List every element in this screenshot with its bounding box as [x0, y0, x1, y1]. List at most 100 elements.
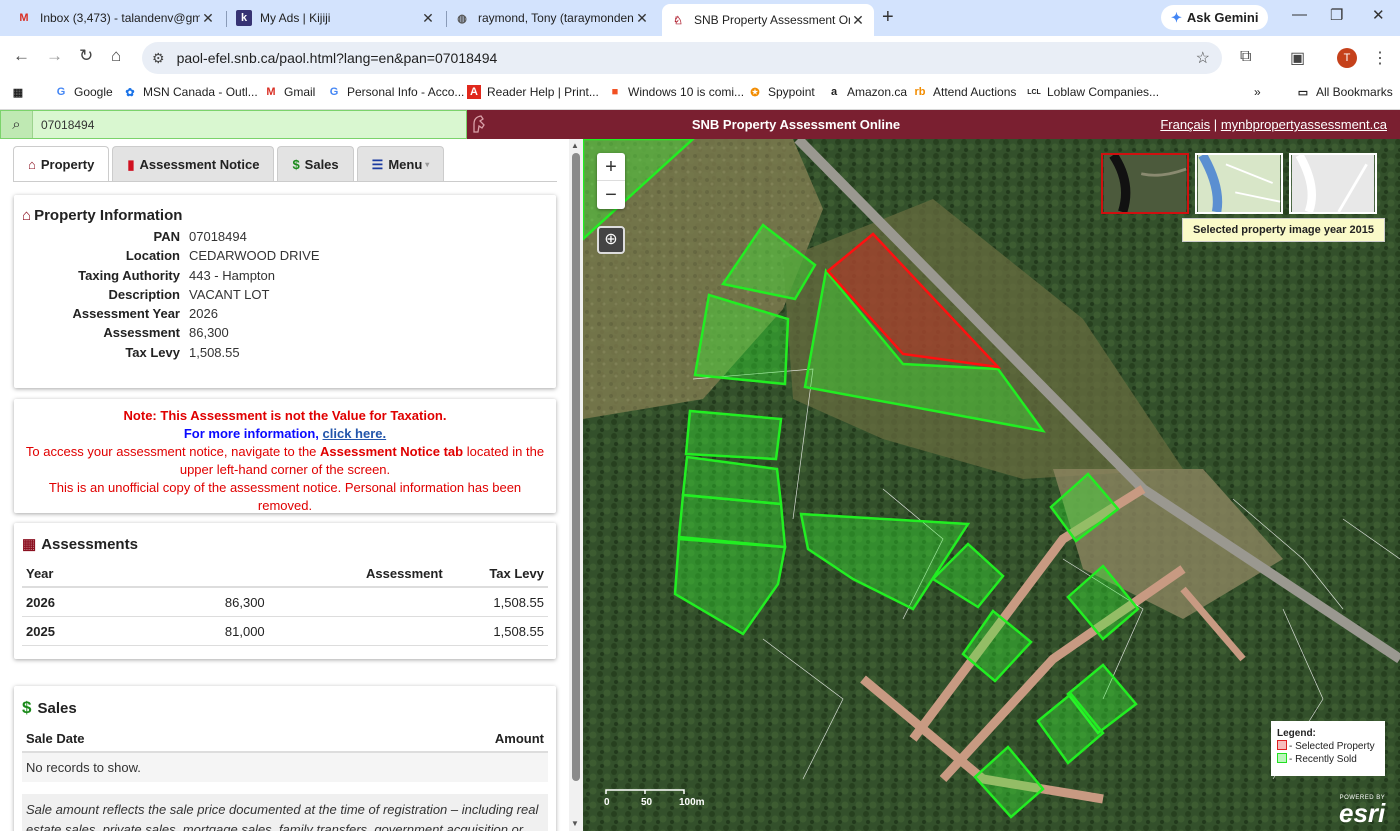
bookmark-spypoint[interactable]: ✪ Spypoint — [748, 85, 814, 99]
tab-title: Inbox (3,473) - talandenv@gma — [40, 11, 200, 25]
table-row: 2025 81,000 1,508.55 — [22, 616, 548, 646]
home-icon: ⌂ — [22, 207, 32, 224]
gmail-icon: M — [19, 12, 29, 24]
snb-icon: ♘ — [673, 14, 683, 27]
browser-tab-raymond[interactable]: ◍ raymond, Tony (taraymondenv) ✕ — [446, 4, 658, 32]
panel-scrollbar[interactable]: ▲ ▼ — [569, 139, 583, 831]
sales-disclaimer: Sale amount reflects the sale price docu… — [22, 794, 548, 831]
close-icon[interactable]: ✕ — [420, 10, 436, 27]
tab-property[interactable]: ⌂ Property — [13, 146, 110, 182]
home-icon: ⌂ — [28, 157, 36, 172]
locate-button[interactable]: ⊕ — [597, 226, 625, 254]
header-links: Français | mynbpropertyassessment.ca — [1160, 117, 1387, 132]
table-row: 2026 86,300 1,508.55 — [22, 587, 548, 617]
dollar-icon: $ — [22, 698, 32, 717]
tab-sales[interactable]: $ Sales — [277, 146, 354, 182]
close-icon[interactable]: ✕ — [634, 10, 650, 27]
basemap-gray-thumbnail[interactable] — [1289, 153, 1377, 214]
bookmark-gmail[interactable]: M Gmail — [264, 85, 315, 99]
browser-tab-gmail[interactable]: M Inbox (3,473) - talandenv@gma ✕ — [8, 4, 224, 32]
back-icon[interactable]: ← — [13, 46, 30, 66]
sales-heading: $ Sales — [22, 698, 77, 717]
tab-assessment-notice[interactable]: ▮ Assessment Notice — [112, 146, 275, 182]
zoom-control: + − — [597, 153, 625, 209]
tab-title: raymond, Tony (taraymondenv) — [478, 11, 634, 25]
forward-icon[interactable]: → — [46, 46, 63, 66]
bookmark-star-icon[interactable]: ☆ — [1196, 48, 1210, 68]
restore-icon[interactable]: ❐ — [1330, 6, 1343, 24]
col-year: Year — [22, 559, 82, 588]
legend-item-sold: - Recently Sold — [1277, 753, 1379, 766]
zoom-out-button[interactable]: − — [597, 181, 625, 209]
ask-gemini-button[interactable]: ✦ Ask Gemini — [1161, 5, 1269, 30]
app-title: SNB Property Assessment Online — [691, 117, 901, 132]
click-here-link[interactable]: click here. — [323, 426, 387, 441]
basemap-imagery-thumbnail[interactable] — [1101, 153, 1189, 214]
apps-icon[interactable]: ▦ — [11, 85, 31, 99]
reload-icon[interactable]: ↻ — [79, 46, 93, 66]
browser-tab-snb[interactable]: ♘ SNB Property Assessment Onlin ✕ — [662, 4, 874, 36]
assessments-heading: ▦ Assessments — [22, 535, 138, 554]
all-bookmarks[interactable]: ▭ All Bookmarks — [1296, 85, 1393, 99]
adobe-icon: A — [467, 85, 481, 99]
zoom-in-button[interactable]: + — [597, 153, 625, 181]
tab-title: SNB Property Assessment Onlin — [694, 13, 850, 27]
home-icon[interactable]: ⌂ — [111, 46, 121, 66]
gemini-label: Ask Gemini — [1186, 10, 1259, 25]
map-view[interactable]: + − ⊕ Selected property image year 2015 … — [583, 139, 1400, 831]
close-window-icon[interactable]: ✕ — [1372, 6, 1385, 24]
bookmarks-bar: ▦ G Google ✿ MSN Canada - Outl... M Gmail G… — [0, 80, 1400, 110]
search-input[interactable] — [33, 117, 433, 132]
bookmark-windows[interactable]: ■ Windows 10 is comi... — [608, 85, 744, 99]
notice-instructions: To access your assessment notice, naviga… — [25, 444, 545, 477]
snb-logo-icon — [473, 115, 485, 133]
app-header: ⌕ SNB Property Assessment Online Françai… — [0, 110, 1400, 139]
more-info-line: For more information, click here. — [183, 426, 387, 441]
amazon-icon: a — [830, 86, 838, 98]
field-assessment-year: Assessment Year 2026 — [72, 306, 218, 322]
map-legend: Legend: - Selected Property - Recently S… — [1271, 721, 1385, 776]
bookmark-personal-info[interactable]: G Personal Info - Acco... — [327, 85, 465, 99]
field-location: Location CEDARWOOD DRIVE — [125, 248, 320, 264]
reading-list-icon[interactable]: ▣ — [1290, 48, 1305, 68]
browser-tab-kijiji[interactable]: k My Ads | Kijiji ✕ — [228, 4, 444, 32]
field-assessment: Assessment 86,300 — [103, 325, 229, 341]
scroll-down-icon[interactable]: ▼ — [571, 819, 579, 828]
google-icon: G — [56, 86, 66, 98]
minimize-icon[interactable]: — — [1292, 6, 1307, 23]
field-pan: PAN 07018494 — [153, 229, 247, 244]
menu-kebab-icon[interactable]: ⋮ — [1372, 48, 1388, 68]
more-bookmarks-icon[interactable]: » — [1254, 85, 1261, 99]
bookmark-msn[interactable]: ✿ MSN Canada - Outl... — [123, 85, 257, 99]
bookmark-google[interactable]: G Google — [54, 85, 113, 99]
address-bar[interactable]: ⚙ paol-efel.snb.ca/paol.html?lang=en&pan… — [142, 42, 1222, 74]
hamburger-icon: ☰ — [371, 156, 384, 172]
french-link[interactable]: Français — [1160, 117, 1210, 132]
browser-tab-bar: M Inbox (3,473) - talandenv@gma ✕ k My A… — [0, 0, 1400, 36]
scrollbar-thumb[interactable] — [572, 153, 580, 781]
mynb-link[interactable]: mynbpropertyassessment.ca — [1221, 117, 1387, 132]
extensions-icon[interactable]: ⧉ — [1240, 48, 1251, 66]
site-info-icon[interactable]: ⚙ — [152, 50, 165, 67]
search-icon[interactable]: ⌕ — [1, 111, 33, 138]
pdf-icon: ▮ — [127, 156, 135, 172]
col-sale-date: Sale Date — [22, 724, 306, 753]
property-info-card: ⌂ Property Information PAN 07018494 Locat… — [14, 195, 556, 388]
bookmark-attend-auctions[interactable]: rb Attend Auctions — [913, 85, 1017, 99]
caret-down-icon: ▾ — [425, 160, 430, 169]
close-icon[interactable]: ✕ — [200, 10, 216, 27]
scroll-up-icon[interactable]: ▲ — [571, 141, 579, 150]
bookmark-loblaw[interactable]: LCL Loblaw Companies... — [1027, 85, 1159, 99]
tab-menu[interactable]: ☰ Menu ▾ — [356, 146, 445, 182]
gemini-icon: ✦ — [1171, 9, 1182, 25]
new-tab-button[interactable]: + — [882, 6, 894, 29]
url-text: paol-efel.snb.ca/paol.html?lang=en&pan=0… — [176, 50, 498, 66]
bookmark-amazon[interactable]: a Amazon.ca — [827, 85, 907, 99]
field-description: Description VACANT LOT — [108, 286, 270, 302]
sales-table: Sale Date Amount — [22, 724, 548, 753]
close-icon[interactable]: ✕ — [850, 12, 866, 29]
spypoint-icon: ✪ — [750, 86, 760, 99]
bookmark-reader-help[interactable]: A Reader Help | Print... — [467, 85, 599, 99]
profile-avatar[interactable]: T — [1337, 48, 1357, 68]
basemap-streets-thumbnail[interactable] — [1195, 153, 1283, 214]
